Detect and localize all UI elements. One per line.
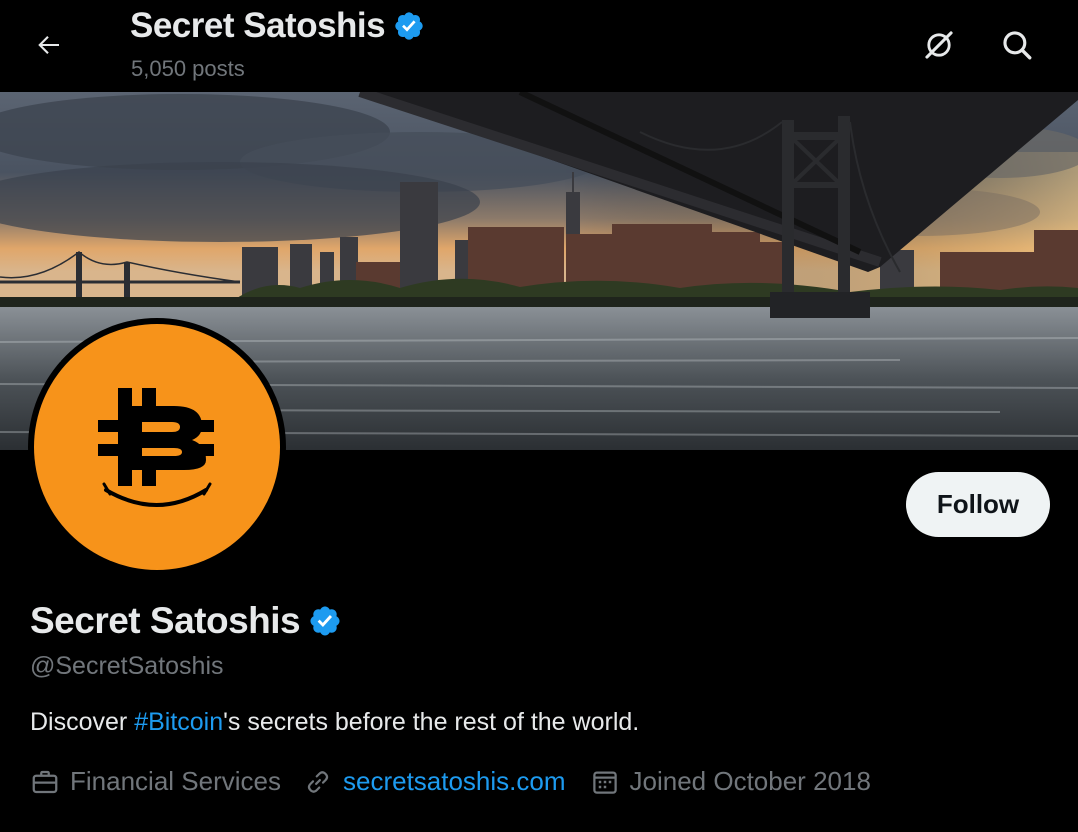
- header-title: Secret Satoshis: [130, 6, 386, 45]
- avatar-image: [34, 324, 280, 570]
- category-label: Financial Services: [70, 766, 281, 796]
- search-icon: [1003, 31, 1032, 60]
- grok-icon: [925, 31, 953, 59]
- profile-name: Secret Satoshis: [30, 600, 301, 641]
- header-title-row: Secret Satoshis: [130, 6, 425, 46]
- arrow-left-icon: [38, 36, 59, 54]
- profile-bio: Discover #Bitcoin's secrets before the r…: [30, 708, 639, 737]
- bitcoin-smile-logo: [98, 388, 214, 507]
- link-icon: [307, 770, 329, 793]
- calendar-icon: [592, 771, 617, 794]
- top-bar: Secret Satoshis 5,050 posts: [0, 0, 1078, 92]
- back-button[interactable]: [28, 24, 70, 66]
- verified-badge-icon[interactable]: [308, 604, 342, 638]
- bio-hashtag-link[interactable]: #Bitcoin: [134, 708, 223, 736]
- profile-category: Financial Services: [30, 766, 281, 797]
- post-count: 5,050 posts: [131, 56, 245, 81]
- profile-joined: Joined October 2018: [590, 766, 871, 797]
- profile-website[interactable]: secretsatoshis.com: [303, 766, 566, 797]
- avatar[interactable]: [28, 318, 286, 576]
- website-link[interactable]: secretsatoshis.com: [343, 766, 566, 797]
- joined-label: Joined October 2018: [629, 766, 871, 796]
- profile-meta: Financial Services secretsatoshis.com Jo…: [30, 766, 871, 797]
- verified-badge-icon: [395, 12, 423, 40]
- grok-button[interactable]: [916, 22, 962, 68]
- search-button[interactable]: [994, 22, 1040, 68]
- follow-button[interactable]: Follow: [906, 472, 1050, 537]
- briefcase-icon: [32, 770, 58, 793]
- bio-text-suffix: 's secrets before the rest of the world.: [223, 708, 640, 736]
- profile-handle: @SecretSatoshis: [30, 652, 224, 680]
- profile-name-row: Secret Satoshis: [30, 600, 342, 642]
- bio-text-prefix: Discover: [30, 708, 135, 736]
